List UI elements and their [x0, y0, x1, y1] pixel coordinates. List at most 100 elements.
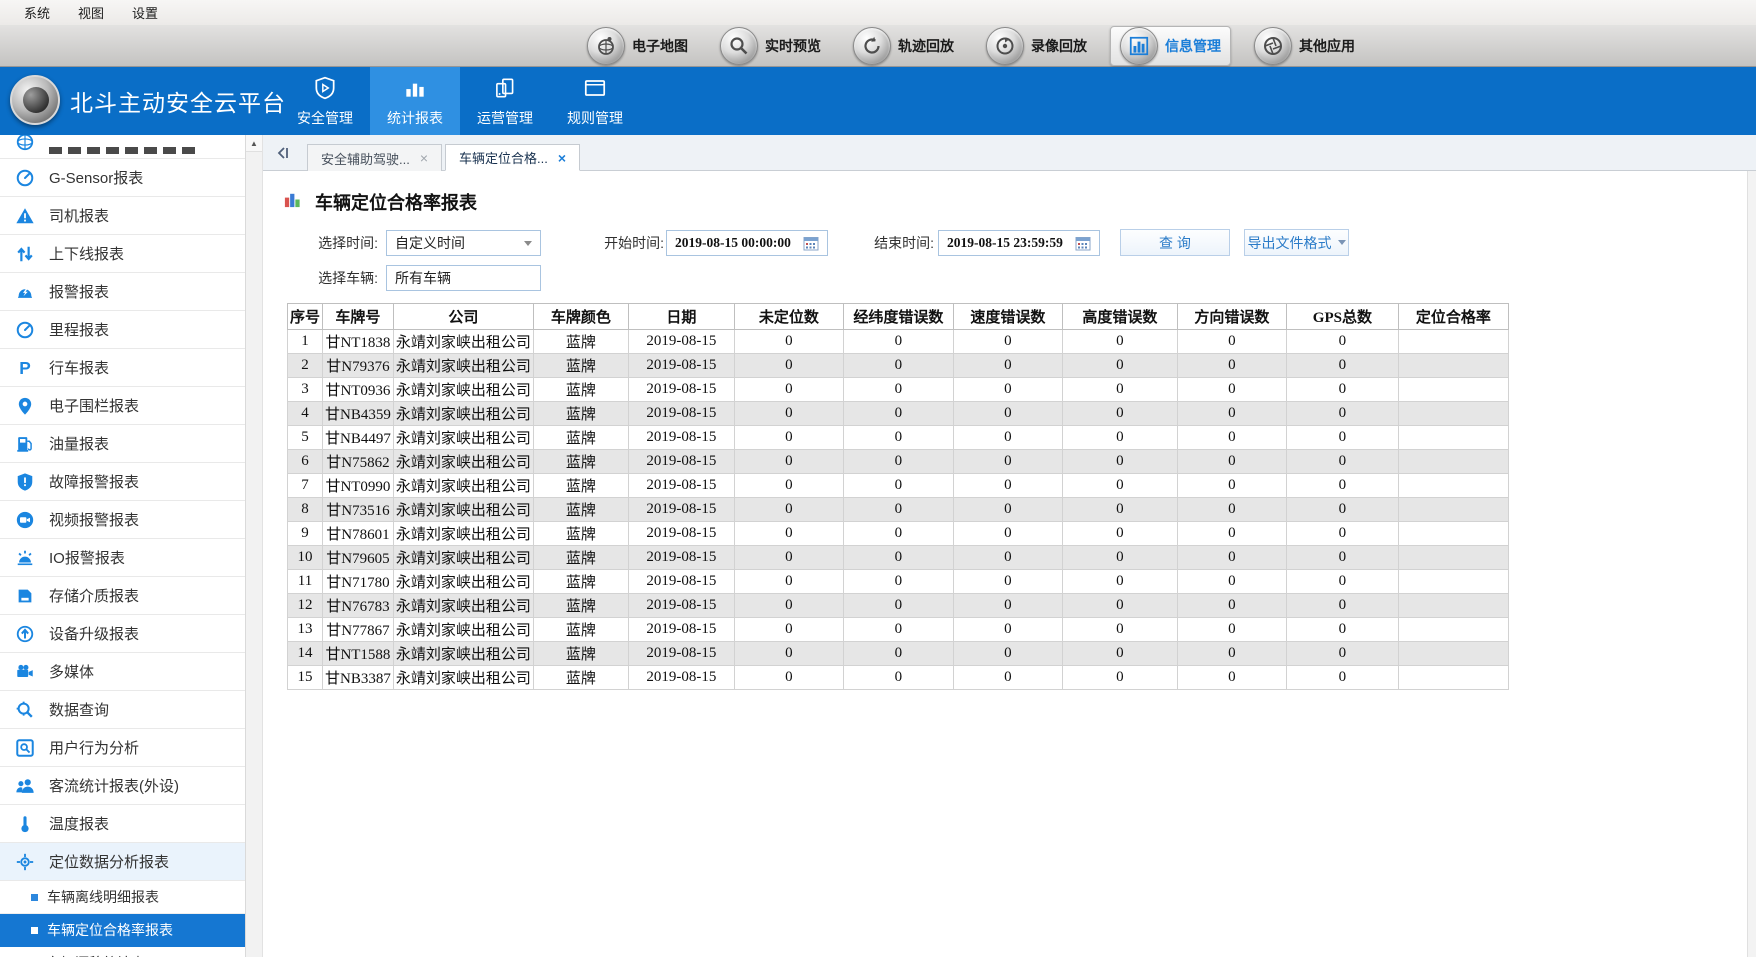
table-cell: 0 — [953, 570, 1062, 594]
sidebar-subitem[interactable]: 车辆离线明细报表 — [0, 881, 245, 914]
table-row[interactable]: 14甘NT1588永靖刘家峡出租公司蓝牌2019-08-15000000 — [288, 642, 1509, 666]
nav-item[interactable]: 运营管理 — [460, 67, 550, 135]
close-icon[interactable]: × — [558, 151, 566, 165]
sidebar-subitem[interactable]: 车辆定位合格率报表 — [0, 914, 245, 947]
sidebar-item[interactable]: IO报警报表 — [0, 539, 245, 577]
menu-item[interactable]: 系统 — [10, 0, 64, 25]
sidebar-scrollbar[interactable]: ▲ — [246, 135, 263, 957]
table-row[interactable]: 10甘N79605永靖刘家峡出租公司蓝牌2019-08-15000000 — [288, 546, 1509, 570]
sidebar-item[interactable]: 存储介质报表 — [0, 577, 245, 615]
calendar-icon[interactable] — [1075, 236, 1091, 251]
tabbar: 安全辅助驾驶...×车辆定位合格...× — [263, 135, 1756, 171]
sidebar-item[interactable]: 定位数据分析报表 — [0, 843, 245, 881]
fuel-pump-icon — [14, 433, 36, 455]
toolbar-item[interactable]: 其他应用 — [1245, 26, 1364, 66]
table-cell: 0 — [843, 330, 953, 354]
table-row[interactable]: 9甘N78601永靖刘家峡出租公司蓝牌2019-08-15000000 — [288, 522, 1509, 546]
table-header-row: 序号车牌号公司车牌颜色日期未定位数经纬度错误数速度错误数高度错误数方向错误数GP… — [288, 304, 1509, 330]
page-title: 车辆定位合格率报表 — [315, 189, 477, 215]
sidebar-item[interactable]: 多媒体 — [0, 653, 245, 691]
nav-item[interactable]: 安全管理 — [280, 67, 370, 135]
table-row[interactable]: 11甘N71780永靖刘家峡出租公司蓝牌2019-08-15000000 — [288, 570, 1509, 594]
close-icon[interactable]: × — [420, 151, 428, 165]
table-cell: 0 — [1286, 378, 1398, 402]
sidebar-item[interactable]: 报警报表 — [0, 273, 245, 311]
table-cell: 0 — [734, 402, 843, 426]
calendar-icon[interactable] — [803, 236, 819, 251]
table-cell: 0 — [1062, 546, 1177, 570]
table-row[interactable]: 6甘N75862永靖刘家峡出租公司蓝牌2019-08-15000000 — [288, 450, 1509, 474]
table-cell — [1398, 546, 1508, 570]
toolbar-item[interactable]: 录像回放 — [977, 26, 1096, 66]
table-cell: 0 — [734, 522, 843, 546]
sidebar-item[interactable]: G-Sensor报表 — [0, 159, 245, 197]
sidebar-item[interactable]: 上下线报表 — [0, 235, 245, 273]
sidebar-item[interactable]: 用户行为分析 — [0, 729, 245, 767]
table-row[interactable]: 4甘NB4359永靖刘家峡出租公司蓝牌2019-08-15000000 — [288, 402, 1509, 426]
table-row[interactable]: 3甘NT0936永靖刘家峡出租公司蓝牌2019-08-15000000 — [288, 378, 1509, 402]
sidebar-item[interactable] — [0, 135, 245, 159]
tab-scroll-left-button[interactable] — [269, 140, 297, 166]
tab[interactable]: 安全辅助驾驶...× — [307, 144, 442, 171]
sidebar-item[interactable]: 客流统计报表(外设) — [0, 767, 245, 805]
column-header: 经纬度错误数 — [843, 304, 953, 330]
end-time-input[interactable]: 2019-08-15 23:59:59 — [938, 230, 1100, 256]
table-row[interactable]: 12甘N76783永靖刘家峡出租公司蓝牌2019-08-15000000 — [288, 594, 1509, 618]
app-title: 北斗主动安全云平台 — [70, 67, 286, 135]
table-row[interactable]: 8甘N73516永靖刘家峡出租公司蓝牌2019-08-15000000 — [288, 498, 1509, 522]
sidebar-item[interactable]: 电子围栏报表 — [0, 387, 245, 425]
table-row[interactable]: 2甘N79376永靖刘家峡出租公司蓝牌2019-08-15000000 — [288, 354, 1509, 378]
table-row[interactable]: 13甘N77867永靖刘家峡出租公司蓝牌2019-08-15000000 — [288, 618, 1509, 642]
main-nav: 安全管理统计报表运营管理规则管理 — [280, 67, 640, 135]
sidebar-item[interactable]: 数据查询 — [0, 691, 245, 729]
table-cell: 10 — [288, 546, 323, 570]
menu-item[interactable]: 设置 — [118, 0, 172, 25]
sidebar-item-label: 电子围栏报表 — [49, 395, 139, 416]
table-cell: 0 — [734, 330, 843, 354]
nav-item[interactable]: 规则管理 — [550, 67, 640, 135]
sidebar-subitem[interactable]: 车辆漂移统计表 — [0, 947, 245, 957]
scroll-up-button[interactable]: ▲ — [246, 135, 262, 152]
table-cell: 永靖刘家峡出租公司 — [393, 354, 533, 378]
table-cell: 0 — [1286, 666, 1398, 690]
table-cell: 0 — [734, 618, 843, 642]
menubar: 系统视图设置 — [0, 0, 1756, 25]
column-header: GPS总数 — [1286, 304, 1398, 330]
time-range-select[interactable]: 自定义时间 — [386, 230, 541, 256]
table-row[interactable]: 1甘NT1838永靖刘家峡出租公司蓝牌2019-08-15000000 — [288, 330, 1509, 354]
sidebar-item[interactable]: 温度报表 — [0, 805, 245, 843]
table-cell: 蓝牌 — [533, 666, 628, 690]
toolbar-item[interactable]: 轨迹回放 — [844, 26, 963, 66]
query-button[interactable]: 查 询 — [1120, 229, 1230, 256]
toolbar-item[interactable]: 实时预览 — [711, 26, 830, 66]
table-cell: 0 — [1062, 426, 1177, 450]
table-cell: 0 — [843, 354, 953, 378]
table-row[interactable]: 5甘NB4497永靖刘家峡出租公司蓝牌2019-08-15000000 — [288, 426, 1509, 450]
sidebar-item-label: 故障报警报表 — [49, 471, 139, 492]
table-cell: 甘N76783 — [323, 594, 394, 618]
nav-item[interactable]: 统计报表 — [370, 67, 460, 135]
toolbar-item[interactable]: 信息管理 — [1110, 26, 1231, 66]
menu-item[interactable]: 视图 — [64, 0, 118, 25]
table-cell: 蓝牌 — [533, 378, 628, 402]
export-format-button[interactable]: 导出文件格式 — [1244, 229, 1349, 256]
sidebar-item[interactable]: 司机报表 — [0, 197, 245, 235]
toolbar-item[interactable]: 电子地图 — [578, 26, 697, 66]
sidebar-item[interactable]: P行车报表 — [0, 349, 245, 387]
table-row[interactable]: 7甘NT0990永靖刘家峡出租公司蓝牌2019-08-15000000 — [288, 474, 1509, 498]
sidebar-item[interactable]: 里程报表 — [0, 311, 245, 349]
sidebar-item-label: 油量报表 — [49, 433, 109, 454]
table-cell: 2019-08-15 — [628, 474, 734, 498]
table-cell: 0 — [843, 618, 953, 642]
tab[interactable]: 车辆定位合格...× — [445, 144, 580, 171]
content-scrollbar[interactable] — [1747, 171, 1756, 957]
sidebar-item[interactable]: 视频报警报表 — [0, 501, 245, 539]
start-time-input[interactable]: 2019-08-15 00:00:00 — [666, 230, 828, 256]
vehicle-select-input[interactable]: 所有车辆 — [386, 265, 541, 291]
sidebar-item[interactable]: 故障报警报表 — [0, 463, 245, 501]
table-cell: 永靖刘家峡出租公司 — [393, 426, 533, 450]
table-row[interactable]: 15甘NB3387永靖刘家峡出租公司蓝牌2019-08-15000000 — [288, 666, 1509, 690]
sidebar-item[interactable]: 设备升级报表 — [0, 615, 245, 653]
toolbar-item-label: 实时预览 — [765, 36, 821, 56]
sidebar-item[interactable]: 油量报表 — [0, 425, 245, 463]
